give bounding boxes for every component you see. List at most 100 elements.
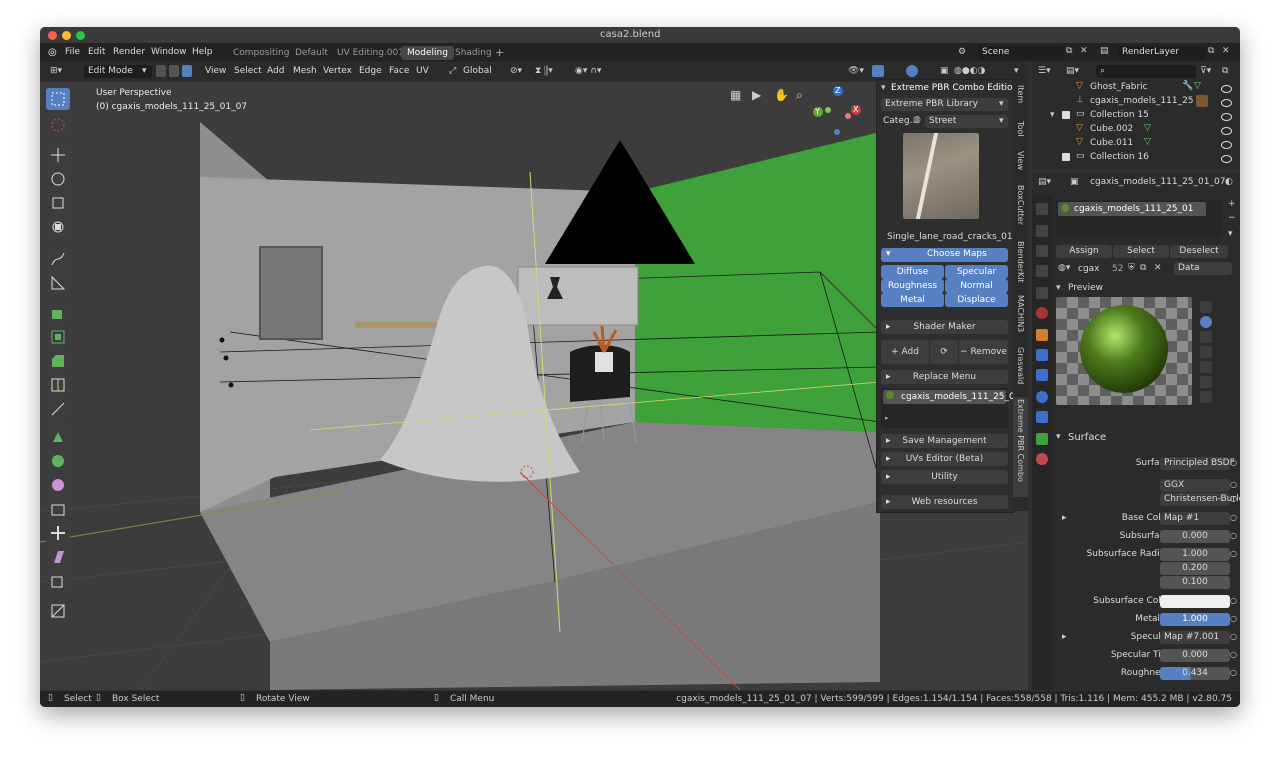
outliner-row-cube-011[interactable]: ▽ Cube.011 ▽ (1032, 137, 1240, 151)
new-render-layer-icon[interactable]: ⧉ (1208, 46, 1214, 56)
tool-inset[interactable] (46, 326, 70, 348)
tool-select-box[interactable] (46, 88, 70, 110)
scene-props-icon[interactable] (1036, 287, 1048, 299)
socket-link-icon[interactable]: ○ (1230, 494, 1237, 503)
tool-props-icon[interactable] (1036, 203, 1048, 215)
socket-link-icon[interactable]: ○ (1230, 549, 1237, 558)
edge-select-icon[interactable] (169, 65, 179, 77)
tab-shading[interactable]: Shading (449, 46, 498, 60)
library-chevron-icon[interactable]: ▾ (999, 99, 1004, 109)
vertex-select-icon[interactable] (156, 65, 166, 77)
tab-compositing[interactable]: Compositing (227, 46, 295, 60)
outliner-row-cgaxis-models[interactable]: ⊥ cgaxis_models_111_25 (1032, 95, 1240, 109)
gizmo-toggle-icon[interactable] (872, 65, 884, 77)
utility-section[interactable]: ▸ Utility (881, 470, 1008, 484)
save-management-section[interactable]: ▸ Save Management (881, 434, 1008, 448)
preview-flat-icon[interactable] (1200, 301, 1212, 313)
browse-material-icon[interactable]: ◍▾ (1058, 263, 1070, 273)
socket-link-icon[interactable]: ○ (1230, 531, 1237, 540)
outliner-row-collection-15[interactable]: ▾ ▭ Collection 15 (1032, 109, 1240, 123)
tool-poly-build[interactable] (46, 426, 70, 448)
tool-scale[interactable] (46, 192, 70, 214)
tool-rotate[interactable] (46, 168, 70, 190)
editor-type-icon[interactable]: ⊞▾ (50, 66, 62, 76)
mode-chevron-icon[interactable]: ▾ (142, 66, 147, 76)
choose-maps-header[interactable]: ▾ Choose Maps (881, 248, 1008, 262)
visibility-eye-icon[interactable] (1221, 155, 1232, 163)
face-select-icon[interactable] (182, 65, 192, 77)
surface-header[interactable]: Surface (1068, 432, 1106, 443)
material-slots-list[interactable]: cgaxis_models_111_25_01 (1056, 199, 1222, 237)
npanel-collapse-icon[interactable]: ▾ (881, 83, 886, 93)
tab-graswald[interactable]: Graswald (1013, 345, 1028, 391)
map-metal-button[interactable]: Metal (881, 293, 944, 307)
modifier-props-icon[interactable] (1036, 349, 1048, 361)
tool-transform[interactable] (46, 216, 70, 238)
visibility-eye-icon[interactable] (1221, 99, 1232, 107)
socket-link-icon[interactable]: ○ (1230, 614, 1237, 623)
properties-editor-icon[interactable]: ▤▾ (1038, 177, 1051, 187)
perspective-toggle-icon[interactable]: ▦ (730, 88, 741, 102)
delete-render-layer-icon[interactable]: ✕ (1222, 46, 1230, 56)
snap-icon[interactable]: ⧗ ⫼▾ (535, 66, 553, 76)
tab-machin3[interactable]: MACHIN3 (1013, 293, 1028, 339)
refresh-button[interactable]: ⟳ (930, 340, 958, 364)
deselect-button[interactable]: Deselect (1170, 245, 1228, 258)
subsurface-color-swatch[interactable] (1160, 595, 1230, 608)
preview-header[interactable]: Preview (1068, 283, 1103, 293)
preview-cloth-icon[interactable] (1200, 376, 1212, 388)
output-props-icon[interactable] (1036, 245, 1048, 257)
blender-logo-icon[interactable]: ◎ (48, 47, 57, 58)
menu-window[interactable]: Window (151, 47, 187, 57)
overlay-toggle-icon[interactable] (906, 65, 918, 77)
physics-props-icon[interactable] (1036, 391, 1048, 403)
surface-number-field[interactable]: 0.000 (1160, 530, 1230, 543)
tool-toggle-panel[interactable] (46, 600, 70, 622)
header-menu-uv[interactable]: UV (416, 66, 429, 76)
category-chevron-icon[interactable]: ▾ (999, 116, 1004, 126)
scene-field[interactable]: Scene (978, 46, 1064, 59)
surface-number-field[interactable]: 0.200 (1160, 562, 1230, 575)
tab-modeling[interactable]: Modeling (401, 46, 454, 60)
users-count[interactable]: 52 (1112, 264, 1123, 274)
tool-edge-slide[interactable] (46, 498, 70, 520)
orientation-icon[interactable]: ⤢ (449, 66, 456, 76)
assign-button[interactable]: Assign (1056, 245, 1112, 258)
new-scene-icon[interactable]: ⧉ (1066, 46, 1072, 56)
tool-loop-cut[interactable] (46, 374, 70, 396)
viewport-visibility-icon[interactable]: 👁▾ (848, 66, 864, 76)
mesh-data-props-icon[interactable] (1036, 433, 1048, 445)
surface-number-field[interactable]: 0.000 (1160, 649, 1230, 662)
maximize-window-icon[interactable] (76, 31, 85, 40)
map-diffuse-button[interactable]: Diffuse (881, 265, 944, 279)
header-menu-vertex[interactable]: Vertex (323, 66, 352, 76)
particles-props-icon[interactable] (1036, 369, 1048, 381)
preview-fluid-icon[interactable] (1200, 391, 1212, 403)
socket-link-icon[interactable]: ○ (1230, 632, 1237, 641)
material-short-name[interactable]: cgax (1078, 264, 1100, 274)
render-props-icon[interactable] (1036, 225, 1048, 237)
tool-annotate[interactable] (46, 248, 70, 270)
select-button[interactable]: Select (1113, 245, 1169, 258)
constraints-props-icon[interactable] (1036, 411, 1048, 423)
minimize-window-icon[interactable] (62, 31, 71, 40)
tab-view[interactable]: View (1013, 149, 1028, 177)
metallic-slider[interactable]: 1.000 (1160, 613, 1230, 626)
socket-link-icon[interactable]: ○ (1230, 513, 1237, 522)
render-layer-field[interactable]: RenderLayer (1118, 46, 1206, 59)
outliner-display-mode-icon[interactable]: ▤▾ (1066, 66, 1079, 76)
tool-measure[interactable] (46, 272, 70, 294)
menu-edit[interactable]: Edit (88, 47, 105, 57)
uvs-editor-section[interactable]: ▸ UVs Editor (Beta) (881, 452, 1008, 466)
outliner-search-input[interactable]: ⌕ (1096, 65, 1196, 78)
tab-default[interactable]: Default (289, 46, 334, 60)
expand-socket-icon[interactable]: ▸ (1062, 513, 1067, 523)
add-workspace-icon[interactable]: + (495, 46, 504, 59)
socket-link-icon[interactable]: ○ (1230, 668, 1237, 677)
duplicate-material-icon[interactable]: ⧉ (1140, 263, 1146, 273)
tool-cursor[interactable] (46, 114, 70, 136)
library-dropdown[interactable]: Extreme PBR Library (881, 98, 1008, 111)
socket-link-icon[interactable]: ○ (1230, 596, 1237, 605)
slot-menu-icon[interactable]: ▾ (1228, 229, 1233, 239)
world-props-icon[interactable] (1036, 307, 1048, 319)
